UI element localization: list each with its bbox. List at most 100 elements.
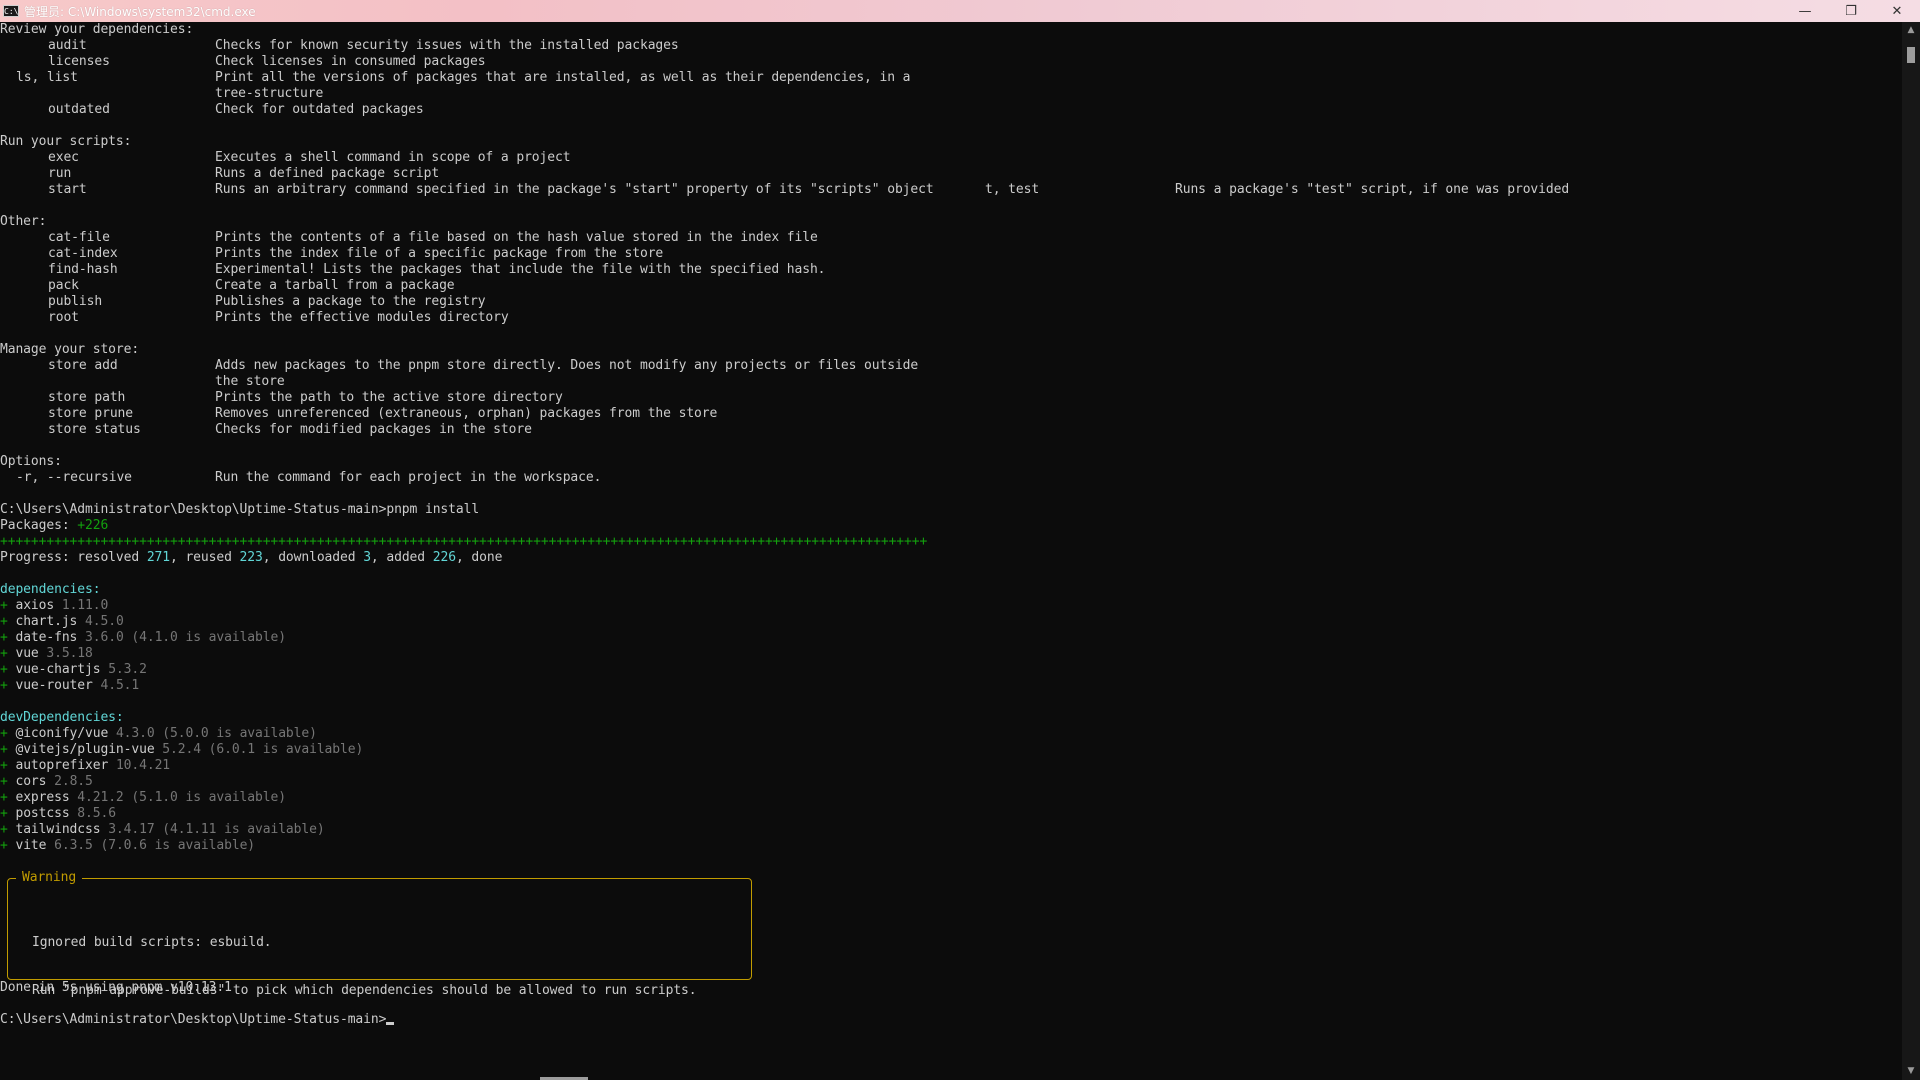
plus-icon: + [0,646,8,661]
progress-bar: ++++++++++++++++++++++++++++++++++++++++… [0,534,928,549]
package-name: express [15,790,70,805]
plus-icon: + [0,838,8,853]
plus-icon: + [0,630,8,645]
package-version: 8.5.6 [77,806,116,821]
package-row: + vue-chartjs 5.3.2 [0,662,1902,678]
scroll-down-arrow-icon[interactable]: ▼ [1902,1063,1920,1080]
help-row: store path Prints the path to the active … [0,390,1902,406]
package-name: @iconify/vue [15,726,109,741]
restore-button[interactable]: ❐ [1828,0,1874,22]
package-row: + vue 3.5.18 [0,646,1902,662]
section-heading: Options: [0,454,62,469]
scroll-up-arrow-icon[interactable]: ▲ [1902,22,1920,39]
package-version: 4.21.2 (5.1.0 is available) [77,790,286,805]
package-version: 5.3.2 [108,662,147,677]
help-row: run Runs a defined package script [0,166,1902,182]
console-output[interactable]: Review your dependencies: audit Checks fo… [0,22,1902,1080]
help-command: start [48,182,87,197]
package-name: vite [15,838,47,853]
dependencies-heading: dependencies: [0,582,101,597]
package-row: + date-fns 3.6.0 (4.1.0 is available) [0,630,1902,646]
warning-line: Ignored build scripts: esbuild. [32,935,272,950]
help-description: tree-structure [215,86,324,101]
vertical-scrollbar[interactable]: ▲ ▼ [1902,22,1920,1080]
help-description: Experimental! Lists the packages that in… [215,262,826,277]
help-description: Check for outdated packages [215,102,424,117]
help-description: Runs a defined package script [215,166,440,181]
package-name: postcss [15,806,70,821]
help-command: store add [48,358,118,373]
help-description: Runs an arbitrary command specified in t… [215,182,934,197]
package-row: + @iconify/vue 4.3.0 (5.0.0 is available… [0,726,1902,742]
plus-icon: + [0,742,8,757]
help-row: root Prints the effective modules directo… [0,310,1902,326]
command-line: C:\Users\Administrator\Desktop\Uptime-St… [0,502,1902,518]
help-row: the store [0,374,1902,390]
help-command: store status [48,422,141,437]
progress-text: Progress: resolved [0,550,147,565]
help-description: Runs a package's "test" script, if one w… [1175,182,1570,197]
package-row: + cors 2.8.5 [0,774,1902,790]
package-row: + axios 1.11.0 [0,598,1902,614]
minimize-button[interactable]: — [1782,0,1828,22]
help-command: cat-index [48,246,118,261]
packages-count: +226 [77,518,109,533]
help-description: Prints the contents of a file based on t… [215,230,818,245]
text-cursor [386,1022,395,1025]
plus-icon: + [0,678,8,693]
cmd-icon: C:\ [3,5,19,17]
window-title: 管理员: C:\Windows\system32\cmd.exe [24,4,256,19]
shell-prompt: C:\Users\Administrator\Desktop\Uptime-St… [0,502,387,517]
package-row: + chart.js 4.5.0 [0,614,1902,630]
close-button[interactable]: ✕ [1874,0,1920,22]
shell-prompt: C:\Users\Administrator\Desktop\Uptime-St… [0,1012,387,1027]
help-description: Run the command for each project in the … [215,470,602,485]
help-description: the store [215,374,285,389]
warning-title: Warning [16,870,83,886]
help-command: t, test [985,182,1040,197]
package-version: 10.4.21 [115,758,171,773]
package-name: @vitejs/plugin-vue [15,742,155,757]
package-version: 1.11.0 [61,598,109,613]
done-line: Done in 5s using pnpm v10.13.1 [0,980,232,995]
help-description: Adds new packages to the pnpm store dire… [215,358,919,373]
help-row: cat-file Prints the contents of a file ba… [0,230,1902,246]
package-name: axios [15,598,55,613]
title-bar[interactable]: C:\ 管理员: C:\Windows\system32\cmd.exe — ❐… [0,0,1920,22]
help-command: -r, --recursive [16,470,132,485]
dev-dependencies-list: + @iconify/vue 4.3.0 (5.0.0 is available… [0,726,1902,854]
help-command: pack [48,278,79,293]
scroll-thumb[interactable] [1907,47,1915,63]
help-description: Print all the versions of packages that … [215,70,911,85]
help-row: ls, list Print all the versions of packag… [0,70,1902,86]
help-command: licenses [48,54,110,69]
package-row: + autoprefixer 10.4.21 [0,758,1902,774]
help-row: find-hash Experimental! Lists the package… [0,262,1902,278]
help-command: ls, list [16,70,78,85]
section-heading: Review your dependencies: [0,22,194,37]
help-description: Prints the path to the active store dire… [215,390,563,405]
plus-icon: + [0,614,8,629]
help-command: find-hash [48,262,118,277]
package-name: cors [15,774,47,789]
help-command: store path [48,390,126,405]
help-row: licenses Check licenses in consumed packa… [0,54,1902,70]
window-controls: — ❐ ✕ [1782,0,1920,22]
plus-icon: + [0,662,8,677]
help-row: tree-structure [0,86,1902,102]
help-description: Executes a shell command in scope of a p… [215,150,571,165]
help-description: Prints the index file of a specific pack… [215,246,664,261]
help-row: store prune Removes unreferenced (extrane… [0,406,1902,422]
help-row: publish Publishes a package to the regist… [0,294,1902,310]
package-name: vue-chartjs [15,662,101,677]
plus-icon: + [0,774,8,789]
final-prompt-line[interactable]: C:\Users\Administrator\Desktop\Uptime-St… [0,1012,395,1028]
package-row: + tailwindcss 3.4.17 (4.1.11 is availabl… [0,822,1902,838]
package-version: 5.2.4 (6.0.1 is available) [162,742,364,757]
help-row: audit Checks for known security issues wi… [0,38,1902,54]
